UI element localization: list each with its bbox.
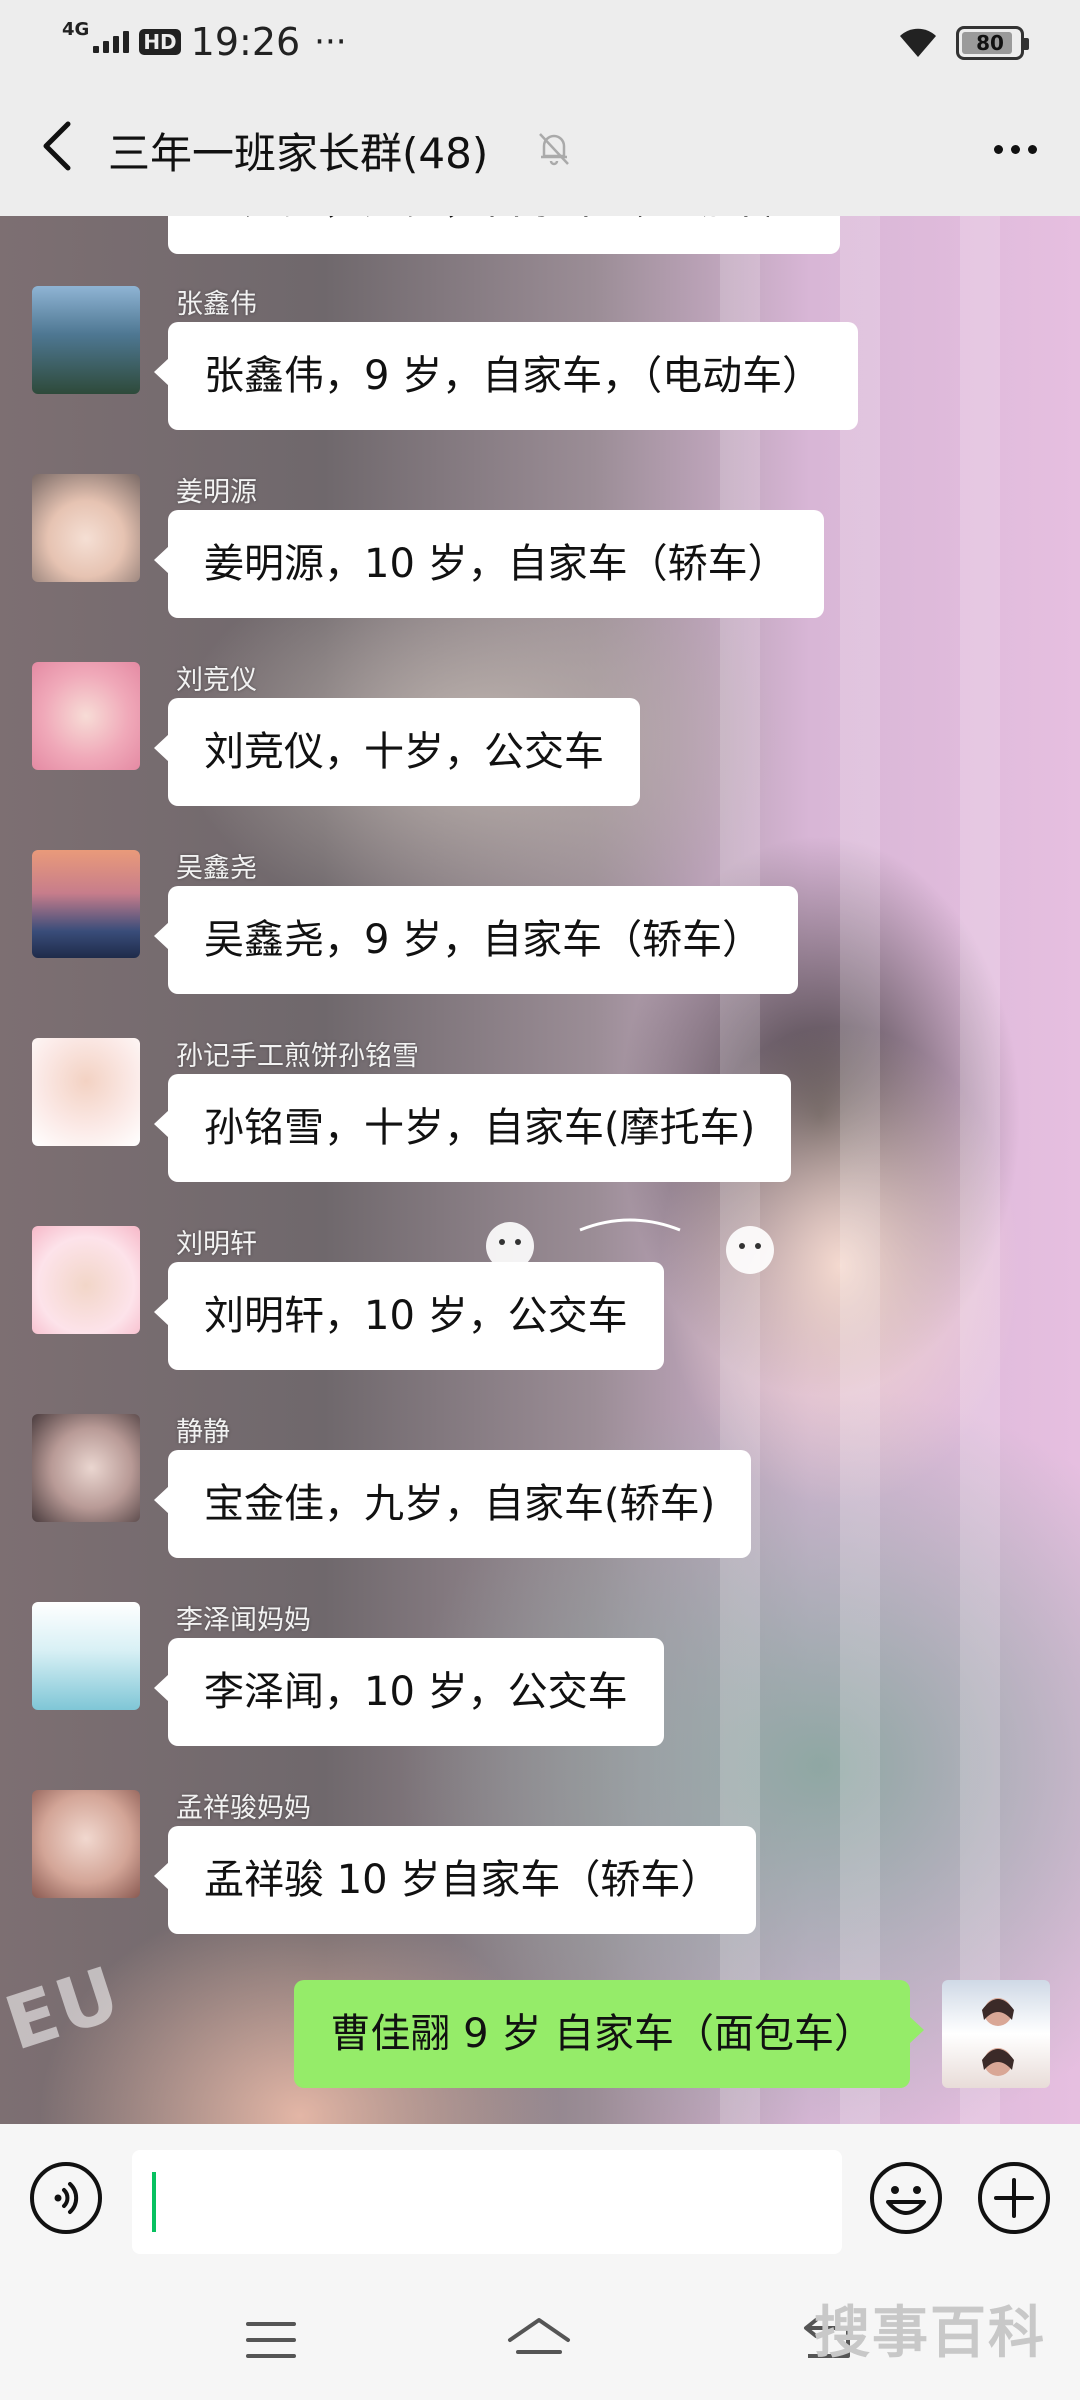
more-dot (993, 144, 1003, 154)
chevron-left-icon (43, 121, 71, 171)
signal-icon (93, 31, 130, 53)
voice-icon (30, 2162, 102, 2234)
status-right: 80 (898, 20, 1029, 66)
message-bubble[interactable]: 姜明源，10 岁，自家车（轿车） (154, 510, 824, 618)
message-bubble[interactable]: 吴鑫尧，9 岁，自家车（轿车） (153, 886, 799, 994)
avatar[interactable] (32, 1602, 140, 1710)
home-icon (508, 2318, 570, 2354)
sender-name: 孙记手工煎饼孙铭雪 (176, 1041, 419, 1072)
sender-name: 孟祥骏妈妈 (176, 1793, 311, 1824)
nav-home-button[interactable] (504, 2310, 574, 2370)
watermark: 搜事百科 (814, 2301, 1046, 2366)
avatar[interactable] (32, 1038, 140, 1146)
message-bubble[interactable]: 孙铭雪，十岁，自家车(摩托车) (153, 1074, 792, 1182)
avatar[interactable] (32, 1226, 140, 1334)
avatar-self-image (982, 1998, 1014, 2076)
menu-icon (246, 2322, 296, 2358)
sender-name: 吴鑫尧 (176, 853, 257, 884)
avatar[interactable] (32, 662, 140, 770)
sender-name: 姜明源 (176, 477, 257, 508)
status-more: ··· (314, 22, 347, 62)
plus-icon (978, 2162, 1050, 2234)
plus-button[interactable] (976, 2160, 1052, 2236)
navigation-bar: 搜事百科 (0, 2280, 1080, 2400)
text-cursor (152, 2172, 156, 2232)
back-button[interactable] (26, 114, 90, 178)
message-bubble[interactable]: 刘竞仪，十岁，公交车 (154, 698, 640, 806)
avatar-self[interactable] (942, 1980, 1050, 2088)
battery-icon: 80 (956, 26, 1029, 60)
input-bar (0, 2124, 1080, 2280)
avatar[interactable] (32, 474, 140, 582)
status-time: 19:26 (190, 20, 301, 64)
sender-name: 刘明轩 (176, 1229, 257, 1260)
message-bubble[interactable]: 孟祥骏 10 岁自家车（轿车） (153, 1826, 757, 1934)
more-button[interactable] (980, 124, 1050, 174)
nav-menu-button[interactable] (236, 2310, 306, 2370)
battery-level: 80 (976, 31, 1004, 55)
voice-button[interactable] (28, 2160, 104, 2236)
status-left: 4G HD 19:26 ··· (62, 16, 347, 68)
more-dot (1010, 144, 1020, 154)
sender-name: 刘竞仪 (176, 665, 257, 696)
status-bar: 4G HD 19:26 ··· 80 (0, 0, 1080, 84)
title-bar: 三年一班家长群(48) (0, 84, 1080, 216)
message-bubble[interactable]: 宝金佳，九岁，自家车(轿车) (153, 1450, 752, 1558)
message-bubble-partial[interactable]: 王广鑫，九岁，自家车（电动车） (168, 216, 840, 254)
wifi-icon (900, 28, 936, 57)
message-bubble[interactable]: 李泽闻，10 岁，公交车 (154, 1638, 664, 1746)
sender-name: 李泽闻妈妈 (176, 1605, 311, 1636)
more-dot (1027, 144, 1037, 154)
avatar[interactable] (32, 1790, 140, 1898)
emoji-button[interactable] (868, 2160, 944, 2236)
sender-name: 静静 (176, 1417, 230, 1448)
bell-muted-icon (539, 133, 569, 166)
avatar[interactable] (32, 1414, 140, 1522)
message-bubble-self[interactable]: 曹佳翮 9 岁 自家车（面包车） (294, 1980, 924, 2088)
avatar[interactable] (32, 286, 140, 394)
message-input[interactable] (132, 2150, 842, 2254)
network-type: 4G (62, 19, 90, 40)
hd-badge: HD (139, 29, 181, 55)
chat-area[interactable]: 王广鑫，九岁，自家车（电动车） 张鑫伟 张鑫伟，9 岁，自家车，（电动车） 姜明… (0, 216, 1080, 2124)
sender-name: 张鑫伟 (176, 289, 257, 320)
message-bubble[interactable]: 张鑫伟，9 岁，自家车，（电动车） (153, 322, 859, 430)
background-text: EU (0, 1950, 132, 2068)
emoji-icon (870, 2162, 942, 2234)
avatar[interactable] (32, 850, 140, 958)
group-title: 三年一班家长群(48) (108, 129, 489, 178)
cat-sticker-decoration (486, 1218, 774, 1274)
